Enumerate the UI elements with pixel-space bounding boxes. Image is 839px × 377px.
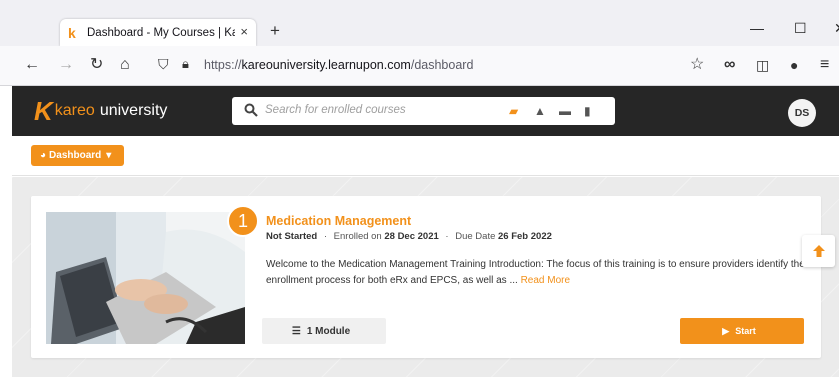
url-bar[interactable]: ⛉ 🔒︎ https://kareouniversity.learnupon.c… <box>146 53 714 79</box>
extensions-icon[interactable]: ∞ <box>724 56 735 74</box>
folder-filter-icon[interactable]: ▬ <box>559 104 571 118</box>
password-manager-icon[interactable]: ● <box>790 56 798 74</box>
dashboard-icon: ◕ <box>40 150 47 161</box>
course-status: Not Started <box>266 231 318 242</box>
url-text[interactable]: https://kareouniversity.learnupon.com/da… <box>204 58 473 72</box>
main-content: 1 Medication Management Not Started · En… <box>12 177 839 377</box>
course-meta: Not Started · Enrolled on 28 Dec 2021 · … <box>266 231 552 242</box>
enrolled-label: Enrolled on <box>333 231 382 242</box>
book-filter-icon[interactable]: ▰ <box>509 104 518 118</box>
menu-icon[interactable]: ≡ <box>820 56 829 74</box>
home-icon[interactable]: ⌂ <box>120 56 130 74</box>
browser-tab-strip: k Dashboard - My Courses | Kareo × + — ☐… <box>0 0 839 46</box>
course-number-badge: 1 <box>227 205 259 237</box>
play-icon: ▶ <box>722 325 730 336</box>
course-card: 1 Medication Management Not Started · En… <box>31 196 821 358</box>
modules-label: 1 Module <box>306 325 351 337</box>
kareo-favicon-icon: k <box>68 24 76 41</box>
new-tab-button[interactable]: + <box>270 21 280 41</box>
course-thumbnail[interactable] <box>46 212 245 344</box>
start-button[interactable]: ▶ Start <box>680 318 804 344</box>
kareo-university-logo[interactable]: K kareo university <box>34 98 167 124</box>
due-label: Due Date <box>455 231 496 242</box>
forward-arrow-icon[interactable]: → <box>58 56 74 74</box>
laptop-typing-image <box>46 212 245 344</box>
logo-suffix: university <box>99 102 168 119</box>
course-description: Welcome to the Medication Management Tra… <box>266 257 806 289</box>
modules-button[interactable]: ☰ 1 Module <box>262 318 386 344</box>
course-search[interactable]: Search for enrolled courses ▰ ▲ ▬ ▮ <box>232 97 615 125</box>
start-label: Start <box>735 326 756 336</box>
reload-icon[interactable]: ↻ <box>90 56 103 74</box>
arrow-up-icon <box>812 245 825 257</box>
sub-navigation: ◕ Dashboard ▾ <box>12 136 839 176</box>
read-more-link[interactable]: Read More <box>521 275 570 286</box>
logo-brand: kareo <box>54 102 95 119</box>
tab-close-icon[interactable]: × <box>240 25 248 39</box>
browser-tab[interactable]: k Dashboard - My Courses | Kareo × <box>60 19 256 46</box>
learning-path-filter-icon[interactable]: ▲ <box>534 104 546 118</box>
maximize-button[interactable]: ☐ <box>794 20 807 37</box>
minimize-button[interactable]: — <box>750 20 764 36</box>
due-date: 26 Feb 2022 <box>498 231 552 242</box>
tab-title: Dashboard - My Courses | Kareo <box>87 26 235 39</box>
search-input[interactable]: Search for enrolled courses <box>265 104 406 116</box>
caret-down-icon: ▾ <box>106 150 112 161</box>
kareo-logo-icon: K <box>34 96 53 126</box>
browser-nav-bar: ← → ↻ ⌂ ⛉ 🔒︎ https://kareouniversity.lea… <box>0 46 839 86</box>
dashboard-label: Dashboard <box>49 150 102 161</box>
app-header: K kareo university Search for enrolled c… <box>12 86 839 136</box>
enrolled-date: 28 Dec 2021 <box>384 231 439 242</box>
search-icon <box>244 103 258 117</box>
course-title[interactable]: Medication Management <box>266 214 411 228</box>
scroll-to-top-button[interactable] <box>802 235 835 267</box>
close-window-button[interactable]: ✕ <box>834 20 839 37</box>
list-icon: ☰ <box>291 325 301 337</box>
shield-icon[interactable]: ⛉ <box>158 55 169 73</box>
dashboard-dropdown-button[interactable]: ◕ Dashboard ▾ <box>31 145 124 166</box>
avatar[interactable]: DS <box>788 99 816 127</box>
lock-icon[interactable]: 🔒︎ <box>182 55 189 73</box>
sidebar-icon[interactable]: ◫ <box>756 56 769 74</box>
bookmark-star-icon[interactable]: ☆ <box>690 56 704 74</box>
document-filter-icon[interactable]: ▮ <box>584 104 591 118</box>
back-arrow-icon[interactable]: ← <box>24 56 40 74</box>
